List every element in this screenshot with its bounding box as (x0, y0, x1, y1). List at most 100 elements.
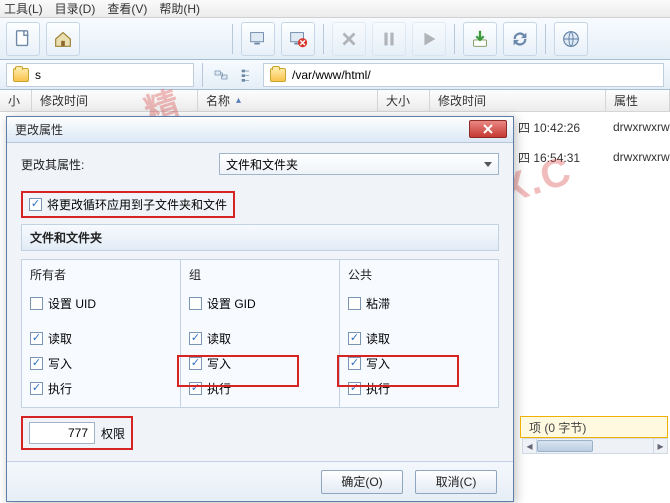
menu-help[interactable]: 帮助(H) (159, 0, 200, 17)
group-write-label: 写入 (207, 355, 231, 372)
set-gid-row[interactable]: 设置 GID (189, 291, 331, 316)
globe-icon[interactable] (554, 22, 588, 56)
owner-write-row[interactable]: 写入 (30, 351, 172, 376)
group-exec-checkbox[interactable] (189, 382, 202, 395)
public-write-checkbox[interactable] (348, 357, 361, 370)
group-read-row[interactable]: 读取 (189, 326, 331, 351)
selection-text: 项 (0 字节) (529, 419, 586, 436)
close-button[interactable] (469, 120, 507, 138)
perm-section-title: 文件和文件夹 (21, 224, 499, 251)
public-write-row[interactable]: 写入 (348, 351, 490, 376)
dialog-buttons: 确定(O) 取消(C) (7, 461, 513, 501)
download-icon[interactable] (463, 22, 497, 56)
scroll-thumb[interactable] (537, 440, 593, 452)
ok-button[interactable]: 确定(O) (321, 470, 403, 494)
pc-icon[interactable] (241, 22, 275, 56)
public-exec-checkbox[interactable] (348, 382, 361, 395)
sticky-label: 粘滞 (366, 295, 390, 312)
chevron-down-icon (484, 162, 492, 167)
col-name[interactable]: 名称▴ (198, 90, 378, 111)
sticky-row[interactable]: 粘滞 (348, 291, 490, 316)
pc-disconnect-icon[interactable] (281, 22, 315, 56)
col-attr[interactable]: 属性 (606, 90, 670, 111)
owner-exec-row[interactable]: 执行 (30, 376, 172, 401)
menu-dir[interactable]: 目录(D) (55, 0, 96, 17)
owner-read-row[interactable]: 读取 (30, 326, 172, 351)
remote-path-box[interactable]: /var/www/html/ (263, 63, 664, 87)
cell-perm: drwxrwxrw (613, 150, 670, 164)
col-left-size[interactable]: 小 (0, 90, 32, 111)
numeric-perm-input[interactable]: 777 (29, 422, 95, 444)
owner-exec-label: 执行 (48, 380, 72, 397)
numeric-highlight: 777 权限 (21, 416, 133, 450)
group-write-checkbox[interactable] (189, 357, 202, 370)
group-read-label: 读取 (207, 330, 231, 347)
numeric-value: 777 (68, 426, 88, 440)
group-exec-label: 执行 (207, 380, 231, 397)
perm-public-col: 公共 粘滞 读取 写入 执行 (339, 259, 499, 408)
owner-write-checkbox[interactable] (30, 357, 43, 370)
sticky-checkbox[interactable] (348, 297, 361, 310)
col-size[interactable]: 大小 (378, 90, 430, 111)
owner-exec-checkbox[interactable] (30, 382, 43, 395)
col-mtime[interactable]: 修改时间 (430, 90, 606, 111)
home-button[interactable] (46, 22, 80, 56)
address-row: s /var/www/html/ (0, 60, 670, 90)
group-heading: 组 (189, 266, 331, 283)
public-heading: 公共 (348, 266, 490, 283)
main-toolbar (0, 18, 670, 60)
folder-icon (13, 68, 29, 82)
set-gid-label: 设置 GID (207, 295, 256, 312)
owner-heading: 所有者 (30, 266, 172, 283)
cell-date: 四 16:54:31 (518, 149, 613, 166)
file-button[interactable] (6, 22, 40, 56)
cell-date: 四 10:42:26 (518, 119, 613, 136)
set-gid-checkbox[interactable] (189, 297, 202, 310)
column-headers: 小 修改时间 名称▴ 大小 修改时间 属性 (0, 90, 670, 112)
folder-icon (270, 68, 286, 82)
public-exec-row[interactable]: 执行 (348, 376, 490, 401)
tree-icon[interactable] (237, 65, 257, 85)
menu-view[interactable]: 查看(V) (107, 0, 147, 17)
pause-icon[interactable] (372, 22, 406, 56)
separator (202, 63, 203, 87)
public-read-label: 读取 (366, 330, 390, 347)
owner-read-checkbox[interactable] (30, 332, 43, 345)
separator (454, 24, 455, 54)
perm-group-col: 组 设置 GID 读取 写入 执行 (180, 259, 340, 408)
col-left-mtime[interactable]: 修改时间 (32, 90, 198, 111)
group-write-row[interactable]: 写入 (189, 351, 331, 376)
attr-target-select[interactable]: 文件和文件夹 (219, 153, 499, 175)
group-exec-row[interactable]: 执行 (189, 376, 331, 401)
perm-grid: 所有者 设置 UID 读取 写入 执行 组 设置 GID 读取 写入 执行 公共… (21, 259, 499, 408)
select-value: 文件和文件夹 (226, 156, 298, 173)
selection-status: 项 (0 字节) (520, 416, 668, 438)
recurse-checkbox-row[interactable]: 将更改循环应用到子文件夹和文件 (23, 193, 233, 216)
dialog-body: 更改其属性: 文件和文件夹 将更改循环应用到子文件夹和文件 文件和文件夹 所有者… (7, 143, 513, 461)
dialog-titlebar[interactable]: 更改属性 (7, 117, 513, 143)
link-icon[interactable] (211, 65, 231, 85)
cancel-icon[interactable] (332, 22, 366, 56)
public-write-label: 写入 (366, 355, 390, 372)
recurse-checkbox[interactable] (29, 198, 42, 211)
remote-path-text: /var/www/html/ (292, 68, 371, 82)
menu-bar: 工具(L) 目录(D) 查看(V) 帮助(H) (0, 0, 670, 18)
scroll-left-icon[interactable]: ◂ (523, 439, 537, 453)
play-icon[interactable] (412, 22, 446, 56)
separator (232, 24, 233, 54)
local-path-text: s (35, 68, 41, 82)
cancel-button[interactable]: 取消(C) (415, 470, 497, 494)
scroll-right-icon[interactable]: ▸ (653, 439, 667, 453)
set-uid-checkbox[interactable] (30, 297, 43, 310)
owner-read-label: 读取 (48, 330, 72, 347)
public-read-checkbox[interactable] (348, 332, 361, 345)
owner-write-label: 写入 (48, 355, 72, 372)
refresh-icon[interactable] (503, 22, 537, 56)
public-read-row[interactable]: 读取 (348, 326, 490, 351)
horizontal-scrollbar[interactable]: ◂ ▸ (522, 438, 668, 454)
separator (323, 24, 324, 54)
local-path-box[interactable]: s (6, 63, 194, 87)
group-read-checkbox[interactable] (189, 332, 202, 345)
set-uid-row[interactable]: 设置 UID (30, 291, 172, 316)
menu-tools[interactable]: 工具(L) (4, 0, 43, 17)
